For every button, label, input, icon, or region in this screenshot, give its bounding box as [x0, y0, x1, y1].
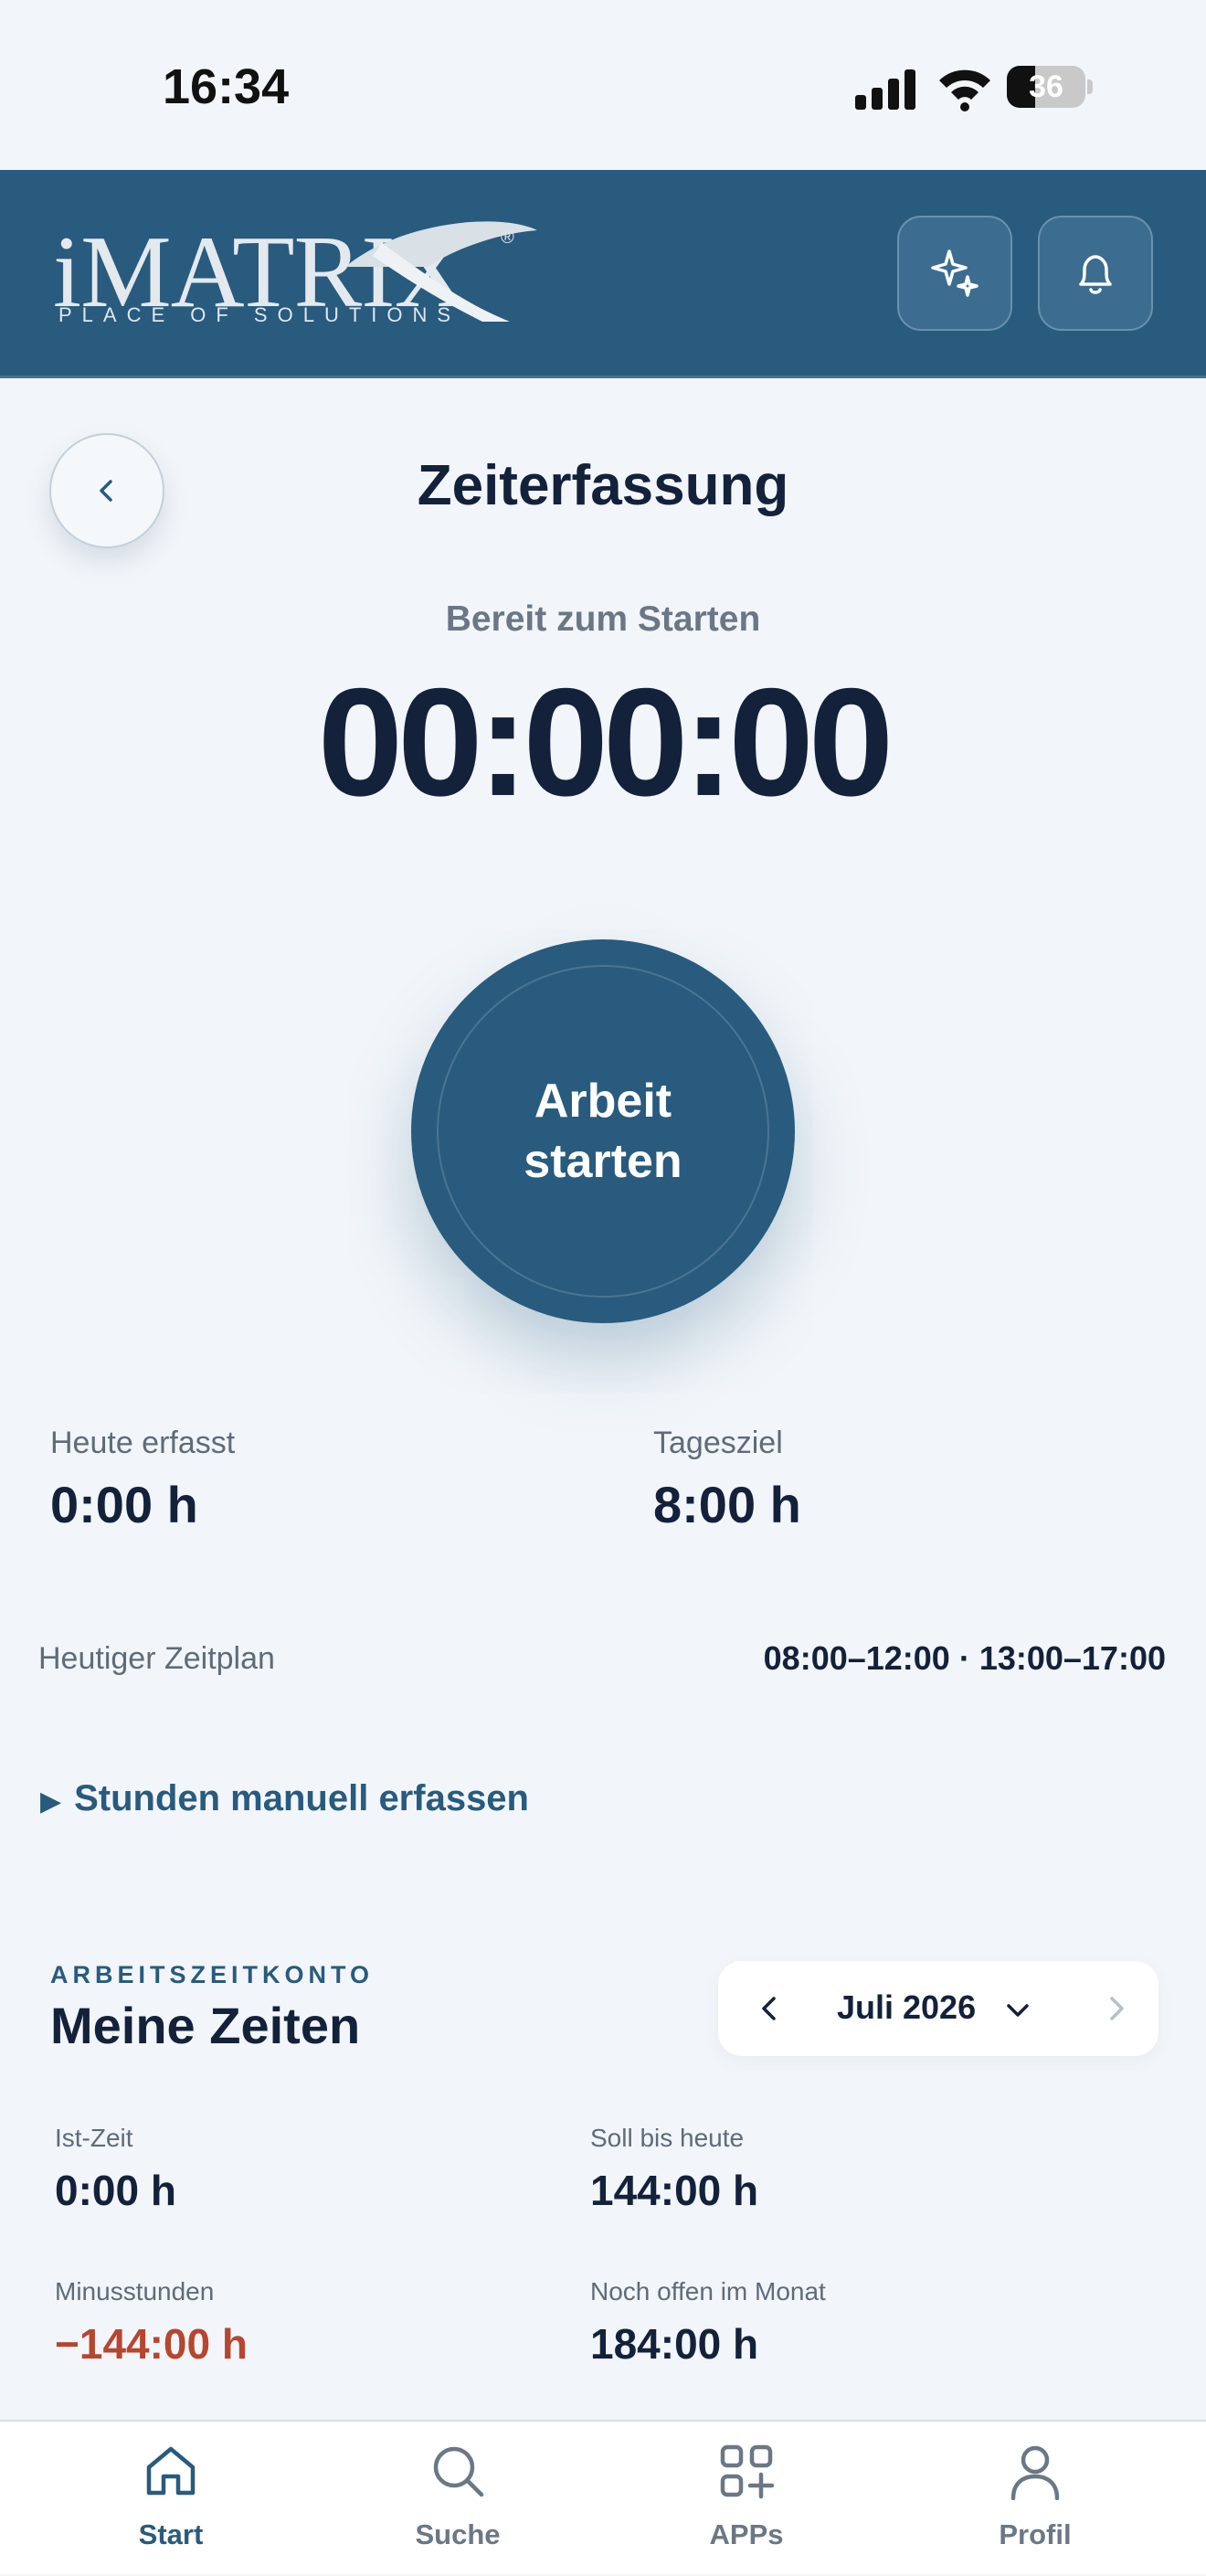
battery-level: 36 [1029, 69, 1063, 104]
target-to-date-label: Soll bis heute [590, 2124, 745, 2152]
manual-entry-label: Stunden manuell erfassen [74, 1778, 529, 1818]
manual-entry-toggle[interactable]: ▶ Stunden manuell erfassen [40, 1778, 529, 1819]
ai-assistant-button[interactable] [897, 216, 1012, 331]
tab-apps[interactable]: APPs [596, 2422, 897, 2576]
battery-icon: 36 [1007, 66, 1093, 108]
actual-time-value: 0:00 h [55, 2167, 176, 2214]
app-header: iMATRIX ® PLACE OF SOLUTIONS [0, 170, 1206, 378]
section-eyebrow: ARBEITSZEITKONTO [50, 1961, 375, 1988]
tab-label: Start [138, 2518, 204, 2550]
schedule-value: 08:00–12:00 · 13:00–17:00 [763, 1639, 1166, 1677]
sparkles-icon [931, 249, 979, 297]
today-recorded-value: 0:00 h [50, 1476, 198, 1533]
tab-label: Profil [999, 2518, 1072, 2550]
daily-goal-value: 8:00 h [653, 1476, 801, 1533]
start-work-button[interactable]: Arbeit starten [411, 939, 795, 1323]
remaining-month-label: Noch offen im Monat [590, 2277, 826, 2306]
search-icon [433, 2446, 484, 2497]
tab-label: APPs [709, 2518, 784, 2550]
start-work-label: Arbeit starten [524, 1075, 682, 1188]
status-bar: 16:34 36 [0, 0, 1206, 170]
next-month-button[interactable] [1096, 1988, 1137, 2029]
disclosure-triangle-icon: ▶ [40, 1786, 62, 1817]
actual-time-label: Ist-Zeit [55, 2124, 133, 2152]
home-icon [146, 2446, 196, 2496]
today-recorded-label: Heute erfasst [50, 1426, 236, 1460]
bottom-tab-bar: Start Suche APPs Profil [0, 2420, 1206, 2574]
timer-status: Bereit zum Starten [445, 599, 761, 639]
section-title: Meine Zeiten [50, 1997, 361, 2054]
tab-start[interactable]: Start [20, 2422, 322, 2576]
tab-search[interactable]: Suche [307, 2422, 608, 2576]
tab-label: Suche [415, 2518, 501, 2550]
daily-goal-label: Tagesziel [653, 1426, 783, 1460]
schedule-label: Heutiger Zeitplan [38, 1641, 275, 1676]
month-picker: Juli 2026 [718, 1961, 1158, 2056]
timer-display: 00:00:00 [317, 656, 894, 828]
target-to-date-value: 144:00 h [590, 2167, 759, 2214]
remaining-month-value: 184:00 h [590, 2320, 759, 2368]
cellular-signal-icon [855, 69, 915, 110]
month-label[interactable]: Juli 2026 [837, 1988, 976, 2027]
svg-text:®: ® [501, 228, 514, 248]
apps-grid-icon [720, 2444, 775, 2499]
prev-month-button[interactable] [749, 1988, 789, 2029]
wifi-icon [939, 69, 990, 111]
minus-hours-value: −144:00 h [55, 2320, 248, 2368]
user-icon [1010, 2445, 1060, 2500]
chevron-down-icon[interactable] [1000, 1992, 1036, 2029]
tab-profile[interactable]: Profil [884, 2422, 1186, 2576]
notifications-button[interactable] [1038, 216, 1153, 331]
bell-icon [1079, 255, 1112, 294]
page-title: Zeiterfassung [417, 454, 789, 517]
status-time: 16:34 [163, 59, 290, 114]
signal-wifi-icons [855, 69, 990, 111]
imatrix-logo: iMATRIX ® PLACE OF SOLUTIONS [53, 212, 537, 340]
minus-hours-label: Minusstunden [55, 2277, 215, 2306]
logo-tagline: PLACE OF SOLUTIONS [58, 303, 461, 326]
